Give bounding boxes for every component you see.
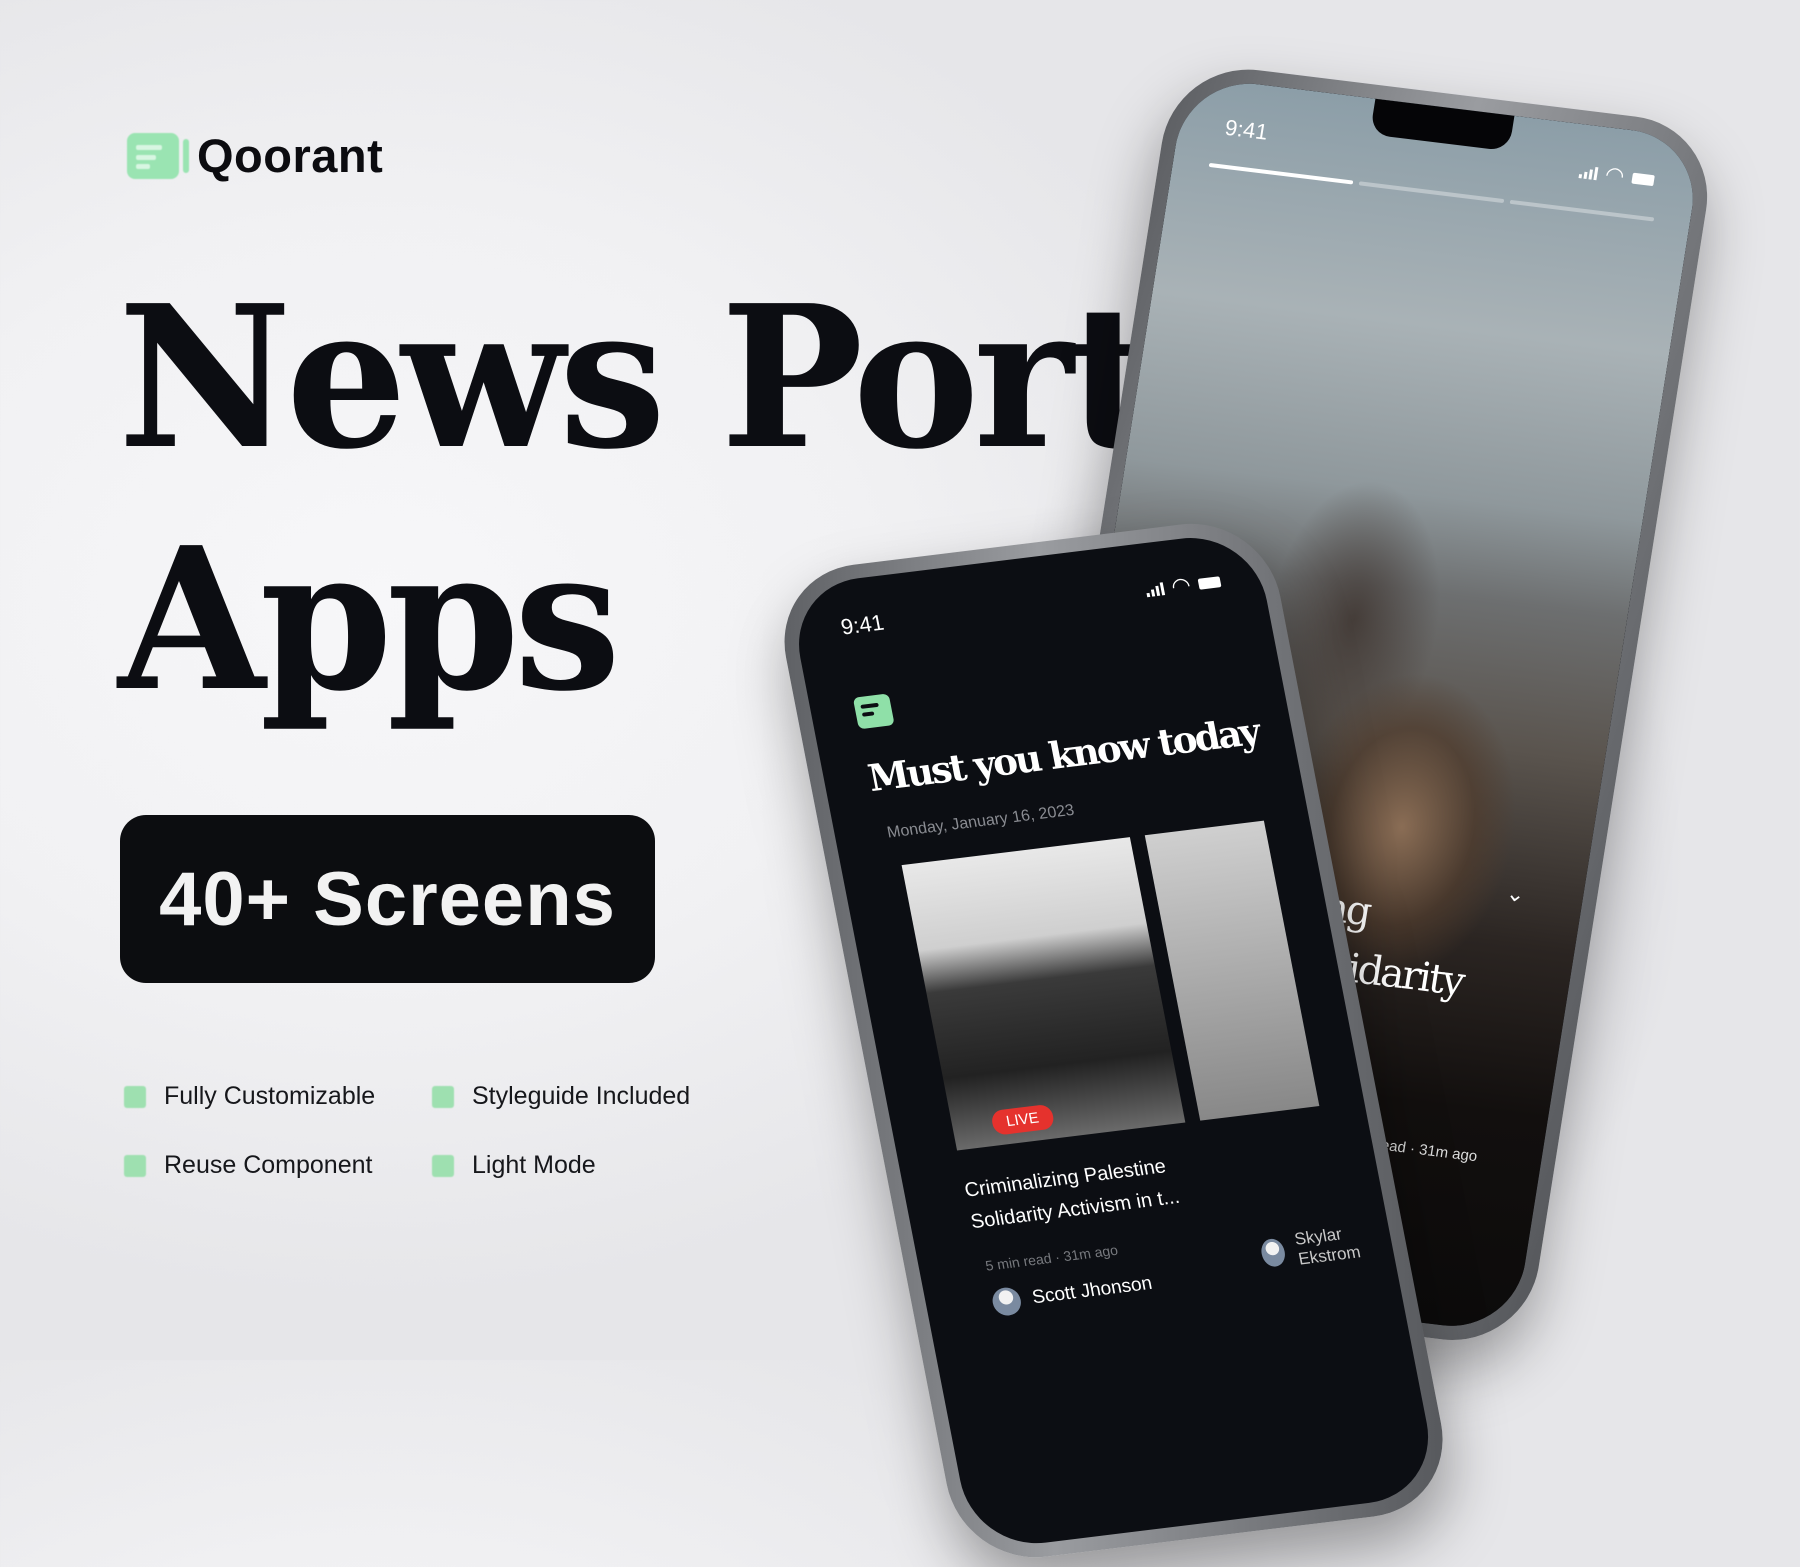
- feature-list: Fully Customizable Styleguide Included R…: [124, 1082, 692, 1180]
- bullet-icon: [124, 1085, 146, 1108]
- feature-item: Styleguide Included: [432, 1082, 692, 1111]
- home-date: Monday, January 16, 2023: [885, 801, 1076, 842]
- app-logo-icon: [852, 693, 895, 730]
- brand: Qoorant: [127, 128, 383, 183]
- avatar: [1259, 1237, 1288, 1268]
- wifi-icon: ◠: [1603, 161, 1627, 189]
- status-time: 9:41: [838, 609, 887, 640]
- feature-item: Fully Customizable: [124, 1082, 432, 1111]
- news-card-image[interactable]: [901, 837, 1186, 1151]
- feature-label: Reuse Component: [164, 1151, 373, 1179]
- author-name: Scott Jhonson: [1030, 1272, 1154, 1309]
- bullet-icon: [124, 1154, 146, 1177]
- feature-label: Fully Customizable: [164, 1082, 376, 1110]
- author[interactable]: Skylar Ekstrom: [1258, 1219, 1395, 1274]
- newspaper-icon: [127, 132, 189, 179]
- news-card-meta: 5 min read · 31m ago: [984, 1241, 1120, 1274]
- wifi-icon: ◠: [1169, 572, 1193, 599]
- battery-icon: [1197, 575, 1222, 590]
- avatar: [990, 1286, 1024, 1318]
- bullet-icon: [432, 1085, 454, 1108]
- feature-label: Light Mode: [472, 1151, 596, 1179]
- headline-line-2: Apps: [118, 505, 621, 735]
- status-time: 9:41: [1223, 114, 1270, 145]
- bullet-icon: [432, 1154, 454, 1177]
- brand-name: Qoorant: [197, 129, 384, 182]
- screens-count-badge: 40+ Screens: [120, 815, 655, 983]
- news-card-title[interactable]: Criminalizing Palestine Solidarity Activ…: [962, 1143, 1232, 1238]
- author-name: Skylar Ekstrom: [1292, 1224, 1363, 1269]
- home-title: Must you know today: [864, 709, 1262, 801]
- status-bar: 9:41 ◠: [839, 568, 1223, 640]
- signal-icon: [1144, 581, 1165, 597]
- battery-icon: [1631, 172, 1655, 186]
- signal-icon: [1578, 165, 1599, 180]
- author[interactable]: Scott Jhonson: [990, 1270, 1155, 1318]
- feature-item: Reuse Component: [124, 1151, 432, 1180]
- feature-item: Light Mode: [432, 1151, 692, 1180]
- feature-label: Styleguide Included: [472, 1082, 691, 1110]
